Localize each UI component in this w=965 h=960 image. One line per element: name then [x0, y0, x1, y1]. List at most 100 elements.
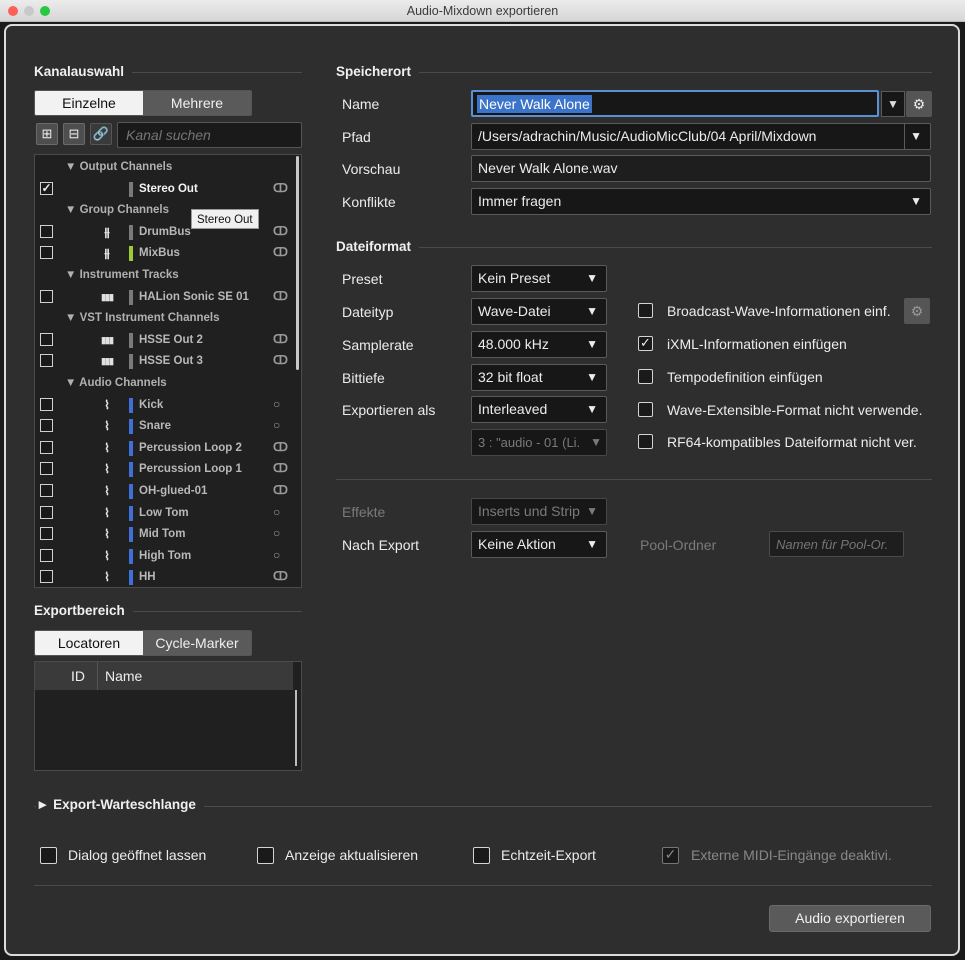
ixml-label: iXML-Informationen einfügen: [667, 336, 847, 352]
mono-icon: ○: [273, 504, 281, 519]
tree-channel-row[interactable]: ⌇ High Tom ○: [35, 546, 301, 568]
tree-channel-row[interactable]: ⌇ Kick ○: [35, 395, 301, 417]
stereo-icon: ↀ: [273, 461, 288, 476]
dateityp-dropdown[interactable]: Wave-Datei ▼: [471, 298, 607, 325]
channel-checkbox[interactable]: [40, 505, 53, 519]
broadcast-wave-checkbox[interactable]: [638, 303, 653, 318]
column-id[interactable]: ID: [71, 668, 85, 684]
channel-checkbox[interactable]: [40, 354, 53, 368]
rf64-checkbox[interactable]: [638, 434, 653, 449]
expand-all-icon[interactable]: ⊞: [36, 123, 58, 145]
tree-channel-row[interactable]: ⌇ Percussion Loop 2 ↀ: [35, 438, 301, 460]
channel-name: Mid Tom: [139, 528, 186, 541]
channel-checkbox[interactable]: [40, 440, 53, 454]
channel-color-bar: [129, 224, 133, 240]
samplerate-value: 48.000 kHz: [478, 336, 549, 352]
wave-extensible-checkbox[interactable]: [638, 402, 653, 417]
channel-checkbox[interactable]: [40, 332, 53, 346]
nachexport-dropdown[interactable]: Keine Aktion ▼: [471, 531, 607, 558]
tree-channel-row[interactable]: ⌇ Percussion Loop 1 ↀ: [35, 459, 301, 481]
channel-checkbox[interactable]: [40, 570, 53, 584]
collapse-all-icon[interactable]: ⊟: [63, 123, 85, 145]
konflikte-dropdown[interactable]: Immer fragen ▼: [471, 188, 931, 215]
pfad-dropdown[interactable]: /Users/adrachin/Music/AudioMicClub/04 Ap…: [471, 123, 931, 150]
realtime-export-label: Echtzeit-Export: [501, 847, 596, 863]
audio-export-button[interactable]: Audio exportieren: [769, 905, 931, 932]
tree-channel-row[interactable]: ⫵ DrumBus ↀ: [35, 222, 301, 244]
tree-channel-row[interactable]: ⌇ Snare ○: [35, 416, 301, 438]
pool-input[interactable]: [769, 531, 904, 557]
channel-checkbox[interactable]: [40, 548, 53, 562]
link-icon[interactable]: 🔗: [90, 123, 112, 145]
external-midi-checkbox[interactable]: ✓: [662, 847, 679, 864]
channel-color-bar: [129, 397, 133, 413]
tempo-checkbox[interactable]: [638, 369, 653, 384]
channel-checkbox[interactable]: [40, 527, 53, 541]
channel-name: HALion Sonic SE 01: [139, 290, 249, 303]
channel-checkbox[interactable]: [40, 224, 53, 238]
tree-channel-row[interactable]: ⫵ MixBus ↀ: [35, 243, 301, 265]
channel-checkbox[interactable]: [40, 484, 53, 497]
tree-group[interactable]: ▼ VST Instrument Channels: [35, 308, 301, 330]
name-field[interactable]: Never Walk Alone: [471, 90, 879, 117]
chevron-down-icon: ▼: [586, 537, 598, 551]
waveform-icon: ⌇: [104, 484, 110, 498]
update-display-checkbox[interactable]: [257, 847, 274, 864]
channel-name: DrumBus: [139, 225, 191, 238]
tree-channel-row[interactable]: ▮▮▮ HALion Sonic SE 01 ↀ: [35, 287, 301, 309]
channel-color-bar: [129, 548, 133, 564]
range-table-scrollbar[interactable]: [295, 690, 297, 766]
column-name[interactable]: Name: [105, 668, 142, 684]
minimize-window-icon[interactable]: [24, 6, 34, 16]
preset-dropdown[interactable]: Kein Preset ▼: [471, 265, 607, 292]
zoom-window-icon[interactable]: [40, 6, 50, 16]
ixml-checkbox[interactable]: ✓: [638, 336, 653, 351]
tree-group[interactable]: ▼ Group Channels: [35, 200, 301, 222]
tab-cycle-marker[interactable]: Cycle-Marker: [143, 631, 251, 655]
chevron-down-icon: ▼: [586, 337, 598, 351]
channel-color-bar: [129, 181, 133, 197]
channel-checkbox[interactable]: [40, 289, 53, 303]
tab-einzelne[interactable]: Einzelne: [35, 91, 143, 115]
konflikte-value: Immer fragen: [478, 193, 562, 209]
name-dropdown-chevron-icon[interactable]: ▼: [881, 91, 905, 117]
channel-checkbox[interactable]: [40, 397, 53, 411]
tree-channel-row[interactable]: ⌇ Low Tom ○: [35, 503, 301, 525]
stereo-icon: ↀ: [273, 483, 288, 497]
tab-mehrere[interactable]: Mehrere: [143, 91, 251, 115]
tree-scrollbar[interactable]: [296, 156, 299, 370]
dateityp-value: Wave-Datei: [478, 303, 551, 319]
bittiefe-dropdown[interactable]: 32 bit float ▼: [471, 364, 607, 391]
keep-dialog-open-checkbox[interactable]: [40, 847, 57, 864]
tree-group[interactable]: ▼ Audio Channels: [35, 373, 301, 395]
channel-search-input[interactable]: [117, 122, 302, 148]
close-window-icon[interactable]: [8, 6, 18, 16]
broadcast-settings-gear-icon[interactable]: ⚙: [904, 298, 930, 324]
effekte-dropdown[interactable]: Inserts und Strip ▼: [471, 498, 607, 525]
channel-color-bar: [129, 289, 133, 305]
channel-checkbox[interactable]: ✓: [40, 181, 53, 195]
tree-channel-row[interactable]: ⌇ OH-glued-01 ↀ: [35, 481, 301, 503]
channel-checkbox[interactable]: [40, 419, 53, 433]
name-value: Never Walk Alone: [477, 95, 592, 113]
samplerate-label: Samplerate: [342, 337, 414, 353]
exportieren-dropdown[interactable]: Interleaved ▼: [471, 396, 607, 423]
export-queue-toggle[interactable]: ► Export-Warteschlange: [36, 797, 204, 812]
tree-group[interactable]: ▼ Instrument Tracks: [35, 265, 301, 287]
name-settings-gear-icon[interactable]: ⚙: [906, 91, 932, 117]
tree-channel-row[interactable]: ▮▮▮ HSSE Out 3 ↀ: [35, 351, 301, 373]
tab-locatoren[interactable]: Locatoren: [35, 631, 143, 655]
channel-checkbox[interactable]: [40, 462, 53, 476]
tree-channel-row[interactable]: ▮▮▮ HSSE Out 2 ↀ: [35, 330, 301, 352]
samplerate-dropdown[interactable]: 48.000 kHz ▼: [471, 331, 607, 358]
channel-checkbox[interactable]: [40, 246, 53, 260]
vorschau-label: Vorschau: [342, 161, 401, 177]
tree-group[interactable]: ▼ Output Channels: [35, 157, 301, 179]
channel-dropdown[interactable]: 3 : "audio - 01 (Li. ▼: [471, 429, 607, 456]
realtime-export-checkbox[interactable]: [473, 847, 490, 864]
tree-channel-row[interactable]: ⌇ HH ↀ: [35, 567, 301, 587]
tree-group-label: ▼ Audio Channels: [65, 377, 167, 389]
tree-channel-row[interactable]: ⌇ Mid Tom ○: [35, 524, 301, 546]
tree-channel-row[interactable]: ✓ Stereo Out ↀ: [35, 179, 301, 201]
external-midi-label: Externe MIDI-Eingänge deaktivi.: [691, 847, 892, 863]
